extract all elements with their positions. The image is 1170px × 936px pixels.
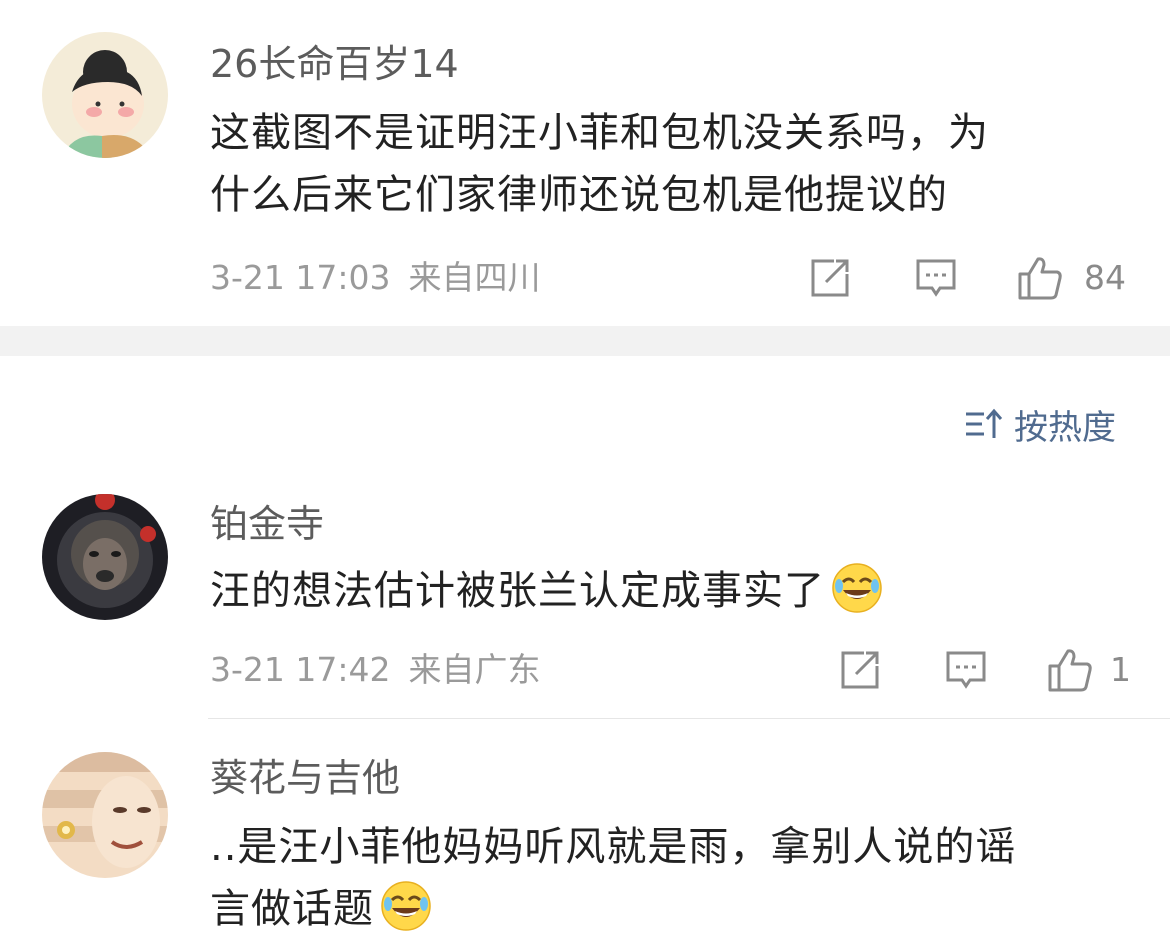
laugh-cry-emoji-icon — [832, 563, 882, 613]
avatar[interactable] — [42, 32, 168, 158]
like-count: 84 — [1084, 258, 1126, 297]
thumbs-up-icon[interactable] — [1046, 646, 1094, 694]
laugh-cry-emoji-icon — [381, 881, 431, 931]
comment-text: 这截图不是证明汪小菲和包机没关系吗，为 什么后来它们家律师还说包机是他提议的 — [210, 102, 1130, 226]
section-separator — [0, 326, 1170, 356]
avatar[interactable] — [42, 494, 168, 620]
sort-icon — [966, 408, 1003, 438]
comment-time: 3-21 17:42 — [210, 650, 391, 689]
sort-by-hot-toggle[interactable]: 按热度 — [964, 402, 1116, 448]
comment-text-line-with-emoji: 言做话题 — [210, 878, 1140, 936]
comment-text: 汪的想法估计被张兰认定成事实了 — [210, 560, 1130, 622]
sort-label: 按热度 — [1014, 407, 1116, 448]
comment-icon[interactable] — [944, 648, 988, 692]
share-icon[interactable] — [838, 648, 882, 692]
comment-text-line: 这截图不是证明汪小菲和包机没关系吗，为 — [210, 110, 989, 156]
like-count: 1 — [1110, 650, 1131, 689]
username[interactable]: 铂金寺 — [210, 502, 324, 546]
comment-text-line: 言做话题 — [210, 886, 374, 932]
avatar[interactable] — [42, 752, 168, 878]
comment-text: ..是汪小菲他妈妈听风就是雨，拿别人说的谣 言做话题 — [210, 816, 1140, 936]
thumbs-up-icon[interactable] — [1016, 254, 1064, 302]
comment-text-line: 汪的想法估计被张兰认定成事实了 — [210, 568, 825, 614]
username[interactable]: 葵花与吉他 — [210, 756, 400, 800]
comment-time: 3-21 17:03 — [210, 258, 391, 297]
comment-icon[interactable] — [914, 256, 958, 300]
comment-location: 来自四川 — [408, 258, 541, 297]
username[interactable]: 26长命百岁14 — [210, 42, 459, 86]
comment-text-line: 什么后来它们家律师还说包机是他提议的 — [210, 172, 948, 218]
comment-meta: 3-21 17:42 来自广东 — [210, 650, 541, 690]
comment-meta: 3-21 17:03 来自四川 — [210, 258, 541, 298]
comment-divider — [208, 718, 1170, 719]
share-icon[interactable] — [808, 256, 852, 300]
comment-location: 来自广东 — [408, 650, 541, 689]
comment-text-line: ..是汪小菲他妈妈听风就是雨，拿别人说的谣 — [210, 824, 1017, 870]
comment-list-page: 26长命百岁14 这截图不是证明汪小菲和包机没关系吗，为 什么后来它们家律师还说… — [0, 0, 1170, 936]
